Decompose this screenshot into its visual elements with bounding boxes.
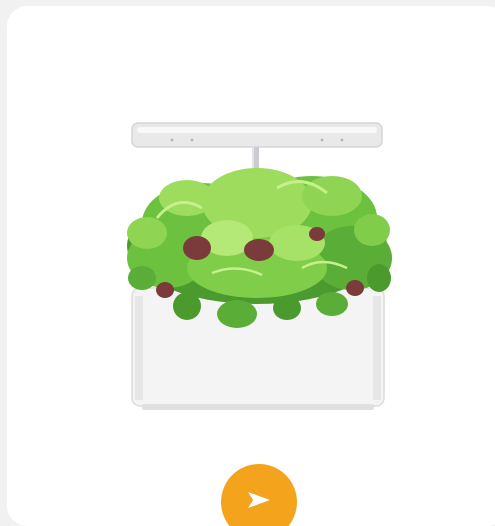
send-action-button[interactable] (221, 464, 297, 526)
lamp-bar (131, 122, 383, 148)
product-card (7, 6, 495, 526)
send-arrow-icon (248, 492, 270, 508)
hydroponic-garden-icon (127, 122, 392, 410)
product-image (117, 118, 397, 418)
